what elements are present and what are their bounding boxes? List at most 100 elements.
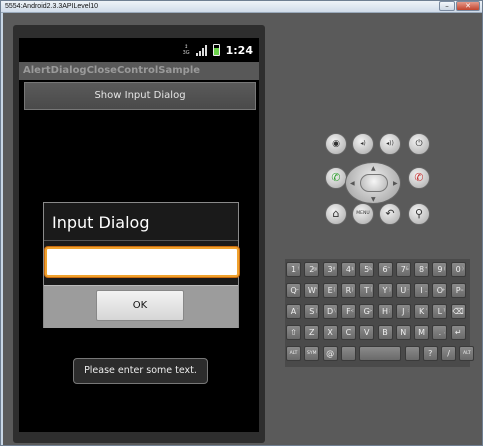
power-icon[interactable]: ⏻ [408,133,430,155]
network-type-icon: ↕ 3G [182,44,190,56]
key-alt-label: % [368,266,373,271]
key-q[interactable]: Q ~ [286,283,301,298]
key-2[interactable]: 2 @ [304,262,320,277]
key-alt-label: = [460,287,464,292]
key-3[interactable]: 3 # [322,262,338,277]
signal-icon [195,44,207,56]
dpad[interactable]: ▲ ▼ ◀ ▶ [345,162,401,204]
key-1[interactable]: 1! [286,262,301,277]
emulator-body: ↕ 3G 1:24 AlertDialogCloseControlSample S… [3,13,482,445]
key-v[interactable]: V [359,325,375,340]
key-alt-label: ) [462,266,464,271]
hardware-controls: ◉ ◂) ◂)) ⏻ ✆ ▲ ▼ ◀ ▶ ✆ ⌂ MENU ↶ ⚲ 1! 2 @3 #… [275,25,480,443]
key-alt-label: + [442,287,446,292]
key-h[interactable]: H; [377,304,393,319]
call-icon[interactable]: ✆ [325,167,347,189]
key-m[interactable]: M [414,325,430,340]
ok-button[interactable]: OK [96,290,184,321]
key-d[interactable]: D \ [322,304,338,319]
volume-up-icon[interactable]: ◂)) [379,133,401,155]
back-icon[interactable]: ↶ [379,203,401,225]
key-k[interactable]: K ' [414,304,430,319]
window-title: 5554:Android2.3.3APILevel10 [5,3,99,10]
key-x[interactable]: X [322,325,338,340]
key-8[interactable]: 8 * [414,262,430,277]
key-l[interactable]: L? [432,304,448,319]
key-w[interactable]: W " [304,283,320,298]
home-icon[interactable]: ⌂ [325,203,347,225]
title-bar: 5554:Android2.3.3APILevel10 – ✕ [1,1,482,13]
key-alt-label: ( [443,266,446,271]
key-7[interactable]: 7 & [395,262,411,277]
menu-button[interactable]: MENU [352,203,374,225]
key-z[interactable]: Z [304,325,320,340]
dpad-up-icon[interactable]: ▲ [371,165,376,172]
key-alt-label: ` [297,308,299,313]
key-alt-label: ? [443,308,446,313]
key-alt-label: " [315,287,318,292]
key-o[interactable]: O + [432,283,448,298]
key-alt-label: { [333,287,336,292]
key-alt-label: * [425,266,428,271]
camera-icon[interactable]: ◉ [325,133,347,155]
key-i[interactable]: I _ [414,283,430,298]
key-n[interactable]: N [395,325,411,340]
key-9[interactable]: 9( [432,262,448,277]
status-clock: 1:24 [225,43,253,57]
key-x[interactable]: @ [322,346,338,361]
key-alt-label: } [351,287,354,292]
dpad-center-button[interactable] [360,174,388,192]
phone-screen: ↕ 3G 1:24 AlertDialogCloseControlSample S… [19,38,259,432]
close-button[interactable]: ✕ [456,1,480,11]
key-alt-label: @ [313,266,318,271]
key-0[interactable]: 0) [450,262,466,277]
dpad-down-icon[interactable]: ▼ [371,196,376,203]
key-alt-label: $ [351,266,354,271]
key-space[interactable] [359,346,402,361]
key-t[interactable]: T[ [359,283,375,298]
key-x[interactable]: ., [432,325,448,340]
search-icon[interactable]: ⚲ [408,203,430,225]
battery-icon [212,44,220,56]
end-call-icon[interactable]: ✆ [408,167,430,189]
key-c[interactable]: C [340,325,356,340]
key-p[interactable]: P = [450,283,466,298]
key-a[interactable]: A ` [286,304,301,319]
dpad-left-icon[interactable]: ◀ [350,180,355,187]
key-alt-label: ; [389,308,391,313]
key-5[interactable]: 5% [359,262,375,277]
key-u[interactable]: U- [395,283,411,298]
key-alt[interactable]: ALT [459,346,475,361]
key-x[interactable]: / [441,346,457,361]
key-g[interactable]: G > [359,304,375,319]
key-f[interactable]: F < [340,304,356,319]
key-y[interactable]: Y] [377,283,393,298]
qwerty-keyboard: 1! 2 @3 #4 $5% 6 ^ 7 & 8 * 9(0) Q ~ W " E{R} T[Y] U - I _ O + P =… [285,259,475,367]
key-s[interactable]: S | [304,304,320,319]
dialog-text-input[interactable] [45,247,239,277]
emulator-window: 5554:Android2.3.3APILevel10 – ✕ ↕ 3G 1:24… [0,0,483,446]
key-x[interactable]: ⇧ [286,325,301,340]
minimize-button[interactable]: – [439,1,455,11]
key-j[interactable]: J: [395,304,411,319]
key-b[interactable]: B [377,325,393,340]
key-alt[interactable]: ALT [286,346,301,361]
dialog-button-bar: OK [44,285,238,328]
dpad-right-icon[interactable]: ▶ [393,180,398,187]
key-x[interactable]: ↵ [450,325,466,340]
key-alt-label: | [315,308,318,313]
key-alt-label: ^ [387,266,391,271]
key-r[interactable]: R} [340,283,356,298]
key-e[interactable]: E{ [322,283,338,298]
key-4[interactable]: 4 $ [340,262,356,277]
key-x[interactable]: ⌫ [450,304,466,319]
show-input-dialog-button[interactable]: Show Input Dialog [24,82,256,110]
key-space[interactable] [404,346,420,361]
volume-down-icon[interactable]: ◂) [352,133,374,155]
key-alt-label: > [368,308,373,313]
key-sym[interactable]: SYM [304,346,320,361]
key-space[interactable] [340,346,356,361]
network-label: 3G [182,50,190,56]
key-6[interactable]: 6 ^ [377,262,393,277]
key-x[interactable]: ? [422,346,438,361]
